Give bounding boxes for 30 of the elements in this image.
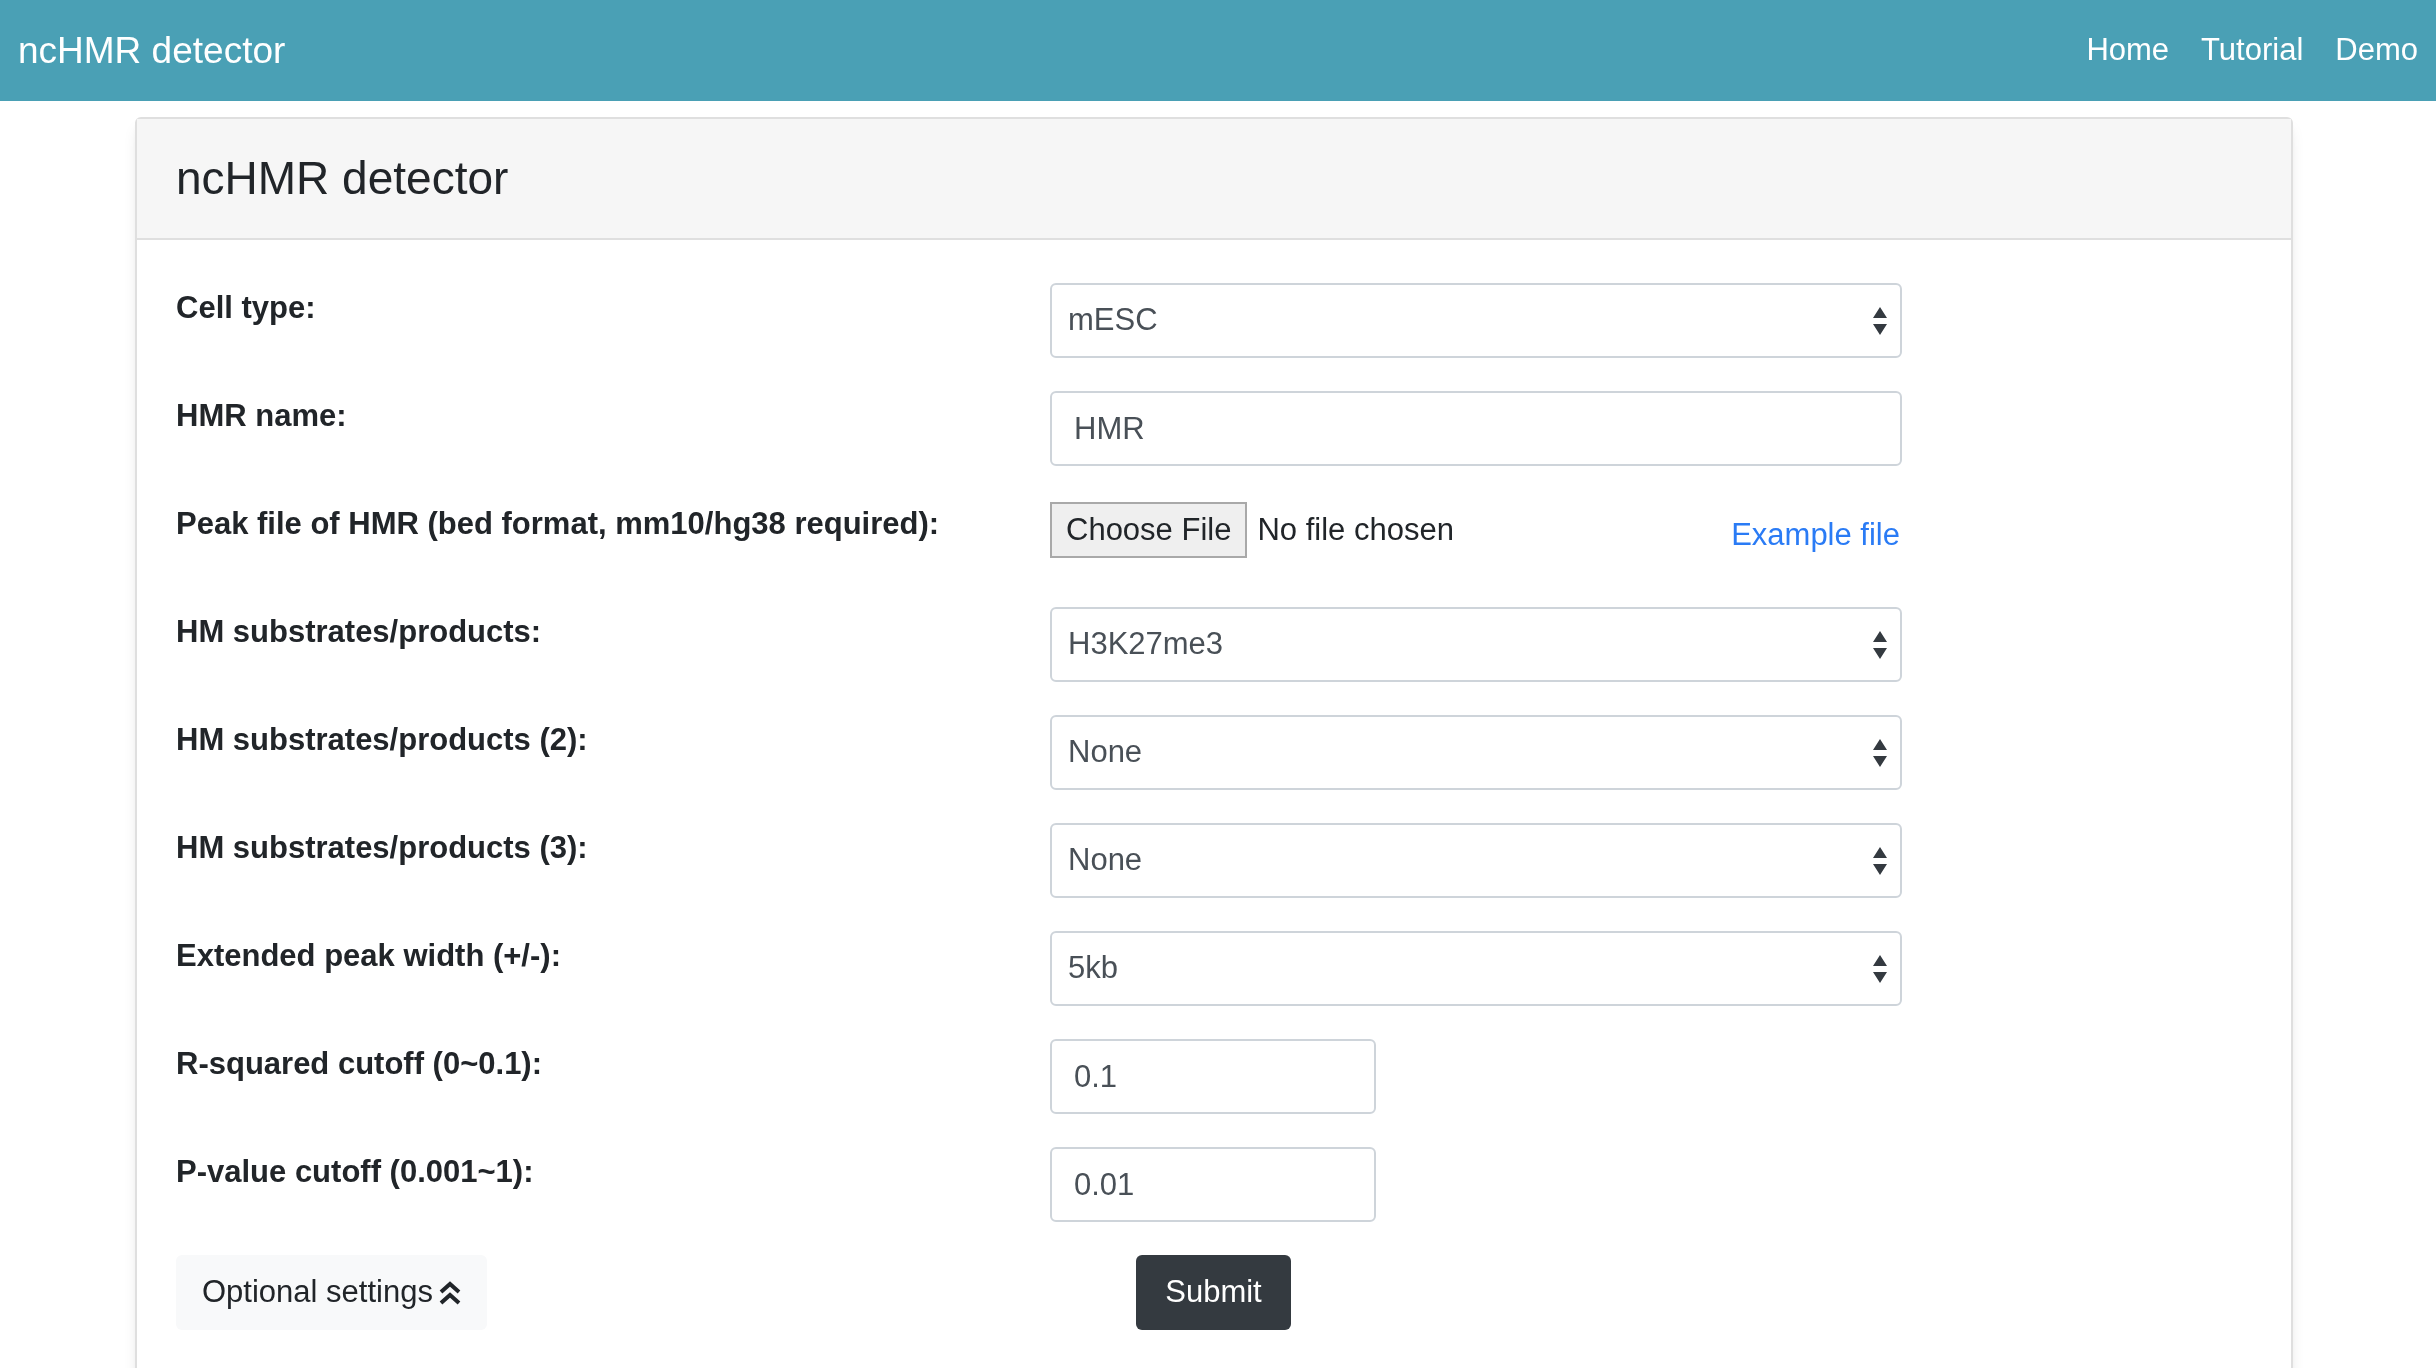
field-label: Extended peak width (+/-):: [176, 937, 562, 975]
input-field[interactable]: 0.01: [1050, 1147, 1376, 1222]
select-field[interactable]: H3K27me3: [1050, 607, 1902, 682]
optional-settings-label: Optional settings: [202, 1273, 433, 1312]
file-status: No file chosen: [1257, 510, 1454, 549]
double-chevron-up-icon: [438, 1279, 461, 1306]
select-arrows-icon: [1872, 953, 1888, 984]
select-arrows-icon: [1872, 629, 1888, 660]
field-label: HMR name:: [176, 397, 348, 435]
optional-settings-button[interactable]: Optional settings: [176, 1255, 487, 1330]
input-field[interactable]: 0.1: [1050, 1039, 1376, 1114]
choose-file-button[interactable]: Choose File: [1050, 502, 1248, 558]
select-arrows-icon: [1872, 845, 1888, 876]
example-file-link[interactable]: Example file: [1731, 502, 1902, 559]
select-field[interactable]: 5kb: [1050, 931, 1902, 1006]
card-title: ncHMR detector: [176, 151, 509, 206]
field-label: P-value cutoff (0.001~1):: [176, 1153, 535, 1191]
input-field[interactable]: HMR: [1050, 391, 1902, 466]
select-arrows-icon: [1872, 305, 1888, 336]
select-field[interactable]: mESC: [1050, 283, 1902, 358]
field-label: Cell type:: [176, 289, 317, 327]
select-field[interactable]: None: [1050, 823, 1902, 898]
field-label: R-squared cutoff (0~0.1):: [176, 1045, 544, 1083]
field-label: Peak file of HMR (bed format, mm10/hg38 required):: [176, 505, 941, 543]
field-label: HM substrates/products (3):: [176, 829, 589, 867]
submit-button[interactable]: Submit: [1136, 1255, 1291, 1330]
field-label: HM substrates/products:: [176, 613, 543, 651]
select-field[interactable]: None: [1050, 715, 1902, 790]
field-label: HM substrates/products (2):: [176, 721, 589, 759]
select-arrows-icon: [1872, 737, 1888, 768]
